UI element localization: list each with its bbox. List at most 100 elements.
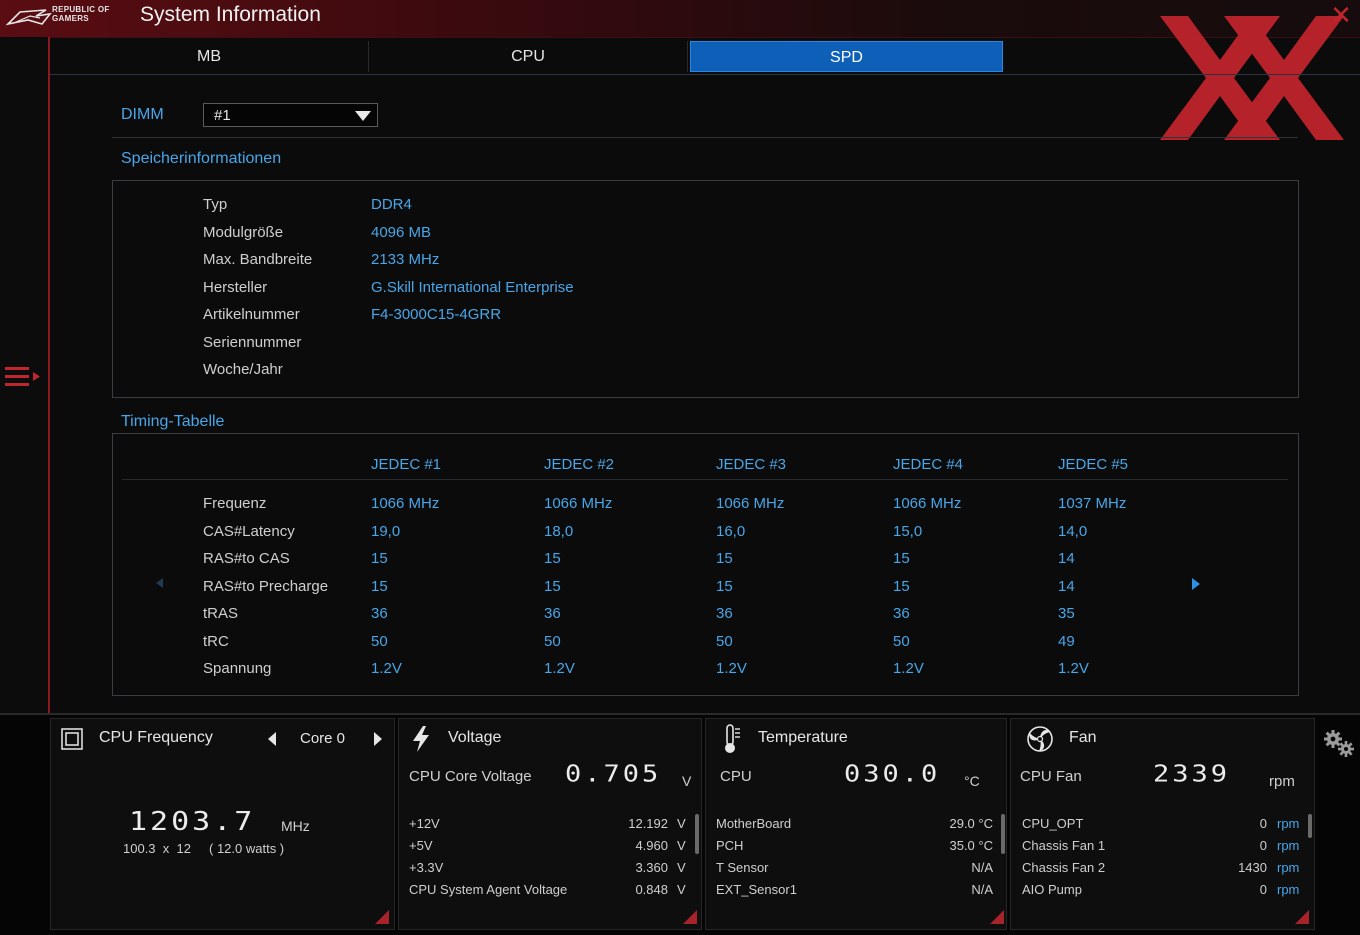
core-selected-value: Core 0 bbox=[300, 730, 346, 747]
fan-row-label: Chassis Fan 1 bbox=[1022, 838, 1106, 853]
voltage-title: Voltage bbox=[448, 729, 502, 746]
previous-core-icon[interactable] bbox=[268, 732, 276, 746]
memory-info-panel bbox=[112, 180, 1299, 398]
temperature-row-value: 35.0 °C bbox=[949, 838, 993, 853]
timing-cell: 36 bbox=[716, 605, 733, 622]
tab-spd[interactable]: SPD bbox=[690, 41, 1003, 72]
memory-info-value: 4096 MB bbox=[371, 224, 432, 241]
timing-cell: 1.2V bbox=[1058, 660, 1089, 677]
voltage-row-value: 4.960 bbox=[635, 838, 668, 853]
timing-table-title: Timing-Tabelle bbox=[121, 413, 225, 430]
fan-title: Fan bbox=[1069, 729, 1097, 746]
temperature-row-value: N/A bbox=[971, 860, 993, 875]
temperature-row-label: PCH bbox=[716, 838, 744, 853]
timing-cell: 14 bbox=[1058, 578, 1075, 595]
timing-cell: 36 bbox=[544, 605, 561, 622]
voltage-row-unit: V bbox=[677, 816, 686, 831]
fan-panel: Fan CPU Fan 2339 rpm CPU_OPT 0 rpm Chassis … bbox=[1010, 718, 1315, 930]
fan-row-value: 1430 bbox=[1238, 860, 1267, 875]
cpu-frequency-detail: 100.3 x 12 ( 12.0 watts ) bbox=[123, 841, 285, 856]
timing-cell: 15 bbox=[893, 578, 910, 595]
timing-cell: 16,0 bbox=[716, 523, 746, 540]
timing-cell: 14,0 bbox=[1058, 523, 1088, 540]
timing-cell: 1.2V bbox=[371, 660, 402, 677]
scroll-right-arrow-icon[interactable] bbox=[1192, 578, 1200, 590]
memory-info-title: Speicherinformationen bbox=[121, 150, 282, 167]
menu-expand-icon[interactable] bbox=[4, 364, 44, 390]
temperature-row-label: MotherBoard bbox=[716, 816, 792, 831]
fan-row-label: CPU_OPT bbox=[1022, 816, 1084, 831]
fan-row-unit: rpm bbox=[1277, 860, 1300, 875]
timing-cell: 1.2V bbox=[893, 660, 924, 677]
timing-header-divider bbox=[122, 479, 1288, 480]
dimm-selected-value: #1 bbox=[214, 107, 231, 124]
dimm-dropdown[interactable]: #1 bbox=[203, 103, 378, 127]
cpu-temperature-unit: °C bbox=[964, 773, 980, 789]
timing-row-label: RAS#to CAS bbox=[203, 550, 290, 567]
voltage-row-value: 0.848 bbox=[635, 882, 668, 897]
timing-cell: 50 bbox=[371, 633, 388, 650]
temperature-row-label: T Sensor bbox=[716, 860, 769, 875]
timing-cell: 1037 MHz bbox=[1058, 495, 1127, 512]
lightning-bolt-icon bbox=[413, 726, 429, 752]
scroll-left-arrow-icon[interactable] bbox=[156, 578, 163, 588]
fan-icon bbox=[1027, 726, 1053, 752]
fan-row-label: Chassis Fan 2 bbox=[1022, 860, 1106, 875]
timing-column-header: JEDEC #1 bbox=[371, 456, 442, 473]
tab-cpu[interactable]: CPU bbox=[369, 41, 688, 72]
timing-column-header: JEDEC #3 bbox=[716, 456, 787, 473]
voltage-row-label: +12V bbox=[409, 816, 440, 831]
timing-cell: 1.2V bbox=[716, 660, 747, 677]
fan-row-value: 0 bbox=[1259, 816, 1267, 831]
timing-cell: 1066 MHz bbox=[893, 495, 962, 512]
memory-info-value: G.Skill International Enterprise bbox=[371, 279, 574, 296]
timing-cell: 19,0 bbox=[371, 523, 401, 540]
timing-cell: 1066 MHz bbox=[716, 495, 785, 512]
memory-info-label: Typ bbox=[203, 196, 228, 213]
temperature-row-value: 29.0 °C bbox=[949, 816, 993, 831]
brand-text: REPUBLIC OF GAMERS bbox=[52, 5, 110, 23]
temperature-scrollbar[interactable] bbox=[1001, 814, 1005, 854]
window-title: System Information bbox=[140, 3, 321, 26]
timing-cell: 15 bbox=[893, 550, 910, 567]
panel-corner-marker bbox=[375, 910, 389, 924]
voltage-row-label: +5V bbox=[409, 838, 433, 853]
cpu-fan-value: 2339 bbox=[1153, 761, 1231, 788]
timing-cell: 15 bbox=[371, 578, 388, 595]
thermometer-icon bbox=[725, 724, 740, 753]
voltage-row-unit: V bbox=[677, 882, 686, 897]
timing-cell: 15 bbox=[544, 578, 561, 595]
divider bbox=[112, 137, 1298, 138]
core-selector[interactable]: Core 0 bbox=[264, 727, 387, 751]
panel-corner-marker bbox=[990, 910, 1004, 924]
timing-cell: 36 bbox=[893, 605, 910, 622]
timing-cell: 50 bbox=[893, 633, 910, 650]
memory-info-label: Seriennummer bbox=[203, 334, 302, 351]
timing-row-label: Spannung bbox=[203, 660, 272, 677]
memory-info-label: Artikelnummer bbox=[203, 306, 300, 323]
panel-corner-marker bbox=[683, 910, 697, 924]
memory-info-value: 2133 MHz bbox=[371, 251, 440, 268]
hardwareluxx-watermark-logo bbox=[1160, 16, 1344, 140]
voltage-panel: Voltage CPU Core Voltage 0.705 V +12V 12.… bbox=[398, 718, 702, 930]
timing-row-label: tRC bbox=[203, 633, 229, 650]
voltage-scrollbar[interactable] bbox=[695, 814, 699, 854]
next-core-icon[interactable] bbox=[374, 732, 382, 746]
settings-gears-icon[interactable] bbox=[1322, 728, 1356, 760]
timing-cell: 1066 MHz bbox=[544, 495, 613, 512]
timing-cell: 35 bbox=[1058, 605, 1075, 622]
timing-column-header: JEDEC #5 bbox=[1058, 456, 1129, 473]
cpu-core-voltage-label: CPU Core Voltage bbox=[409, 768, 532, 785]
timing-column-header: JEDEC #4 bbox=[893, 456, 964, 473]
brand-line-1: REPUBLIC OF bbox=[52, 5, 110, 14]
cpu-frequency-unit: MHz bbox=[281, 818, 310, 834]
timing-cell: 50 bbox=[716, 633, 733, 650]
panel-corner-marker bbox=[1295, 910, 1309, 924]
memory-info-value: F4-3000C15-4GRR bbox=[371, 306, 502, 323]
tab-mb[interactable]: MB bbox=[50, 41, 369, 72]
timing-cell: 49 bbox=[1058, 633, 1075, 650]
fan-scrollbar[interactable] bbox=[1308, 814, 1312, 838]
timing-cell: 15 bbox=[716, 578, 733, 595]
memory-info-label: Hersteller bbox=[203, 279, 268, 296]
timing-row-label: CAS#Latency bbox=[203, 523, 295, 540]
